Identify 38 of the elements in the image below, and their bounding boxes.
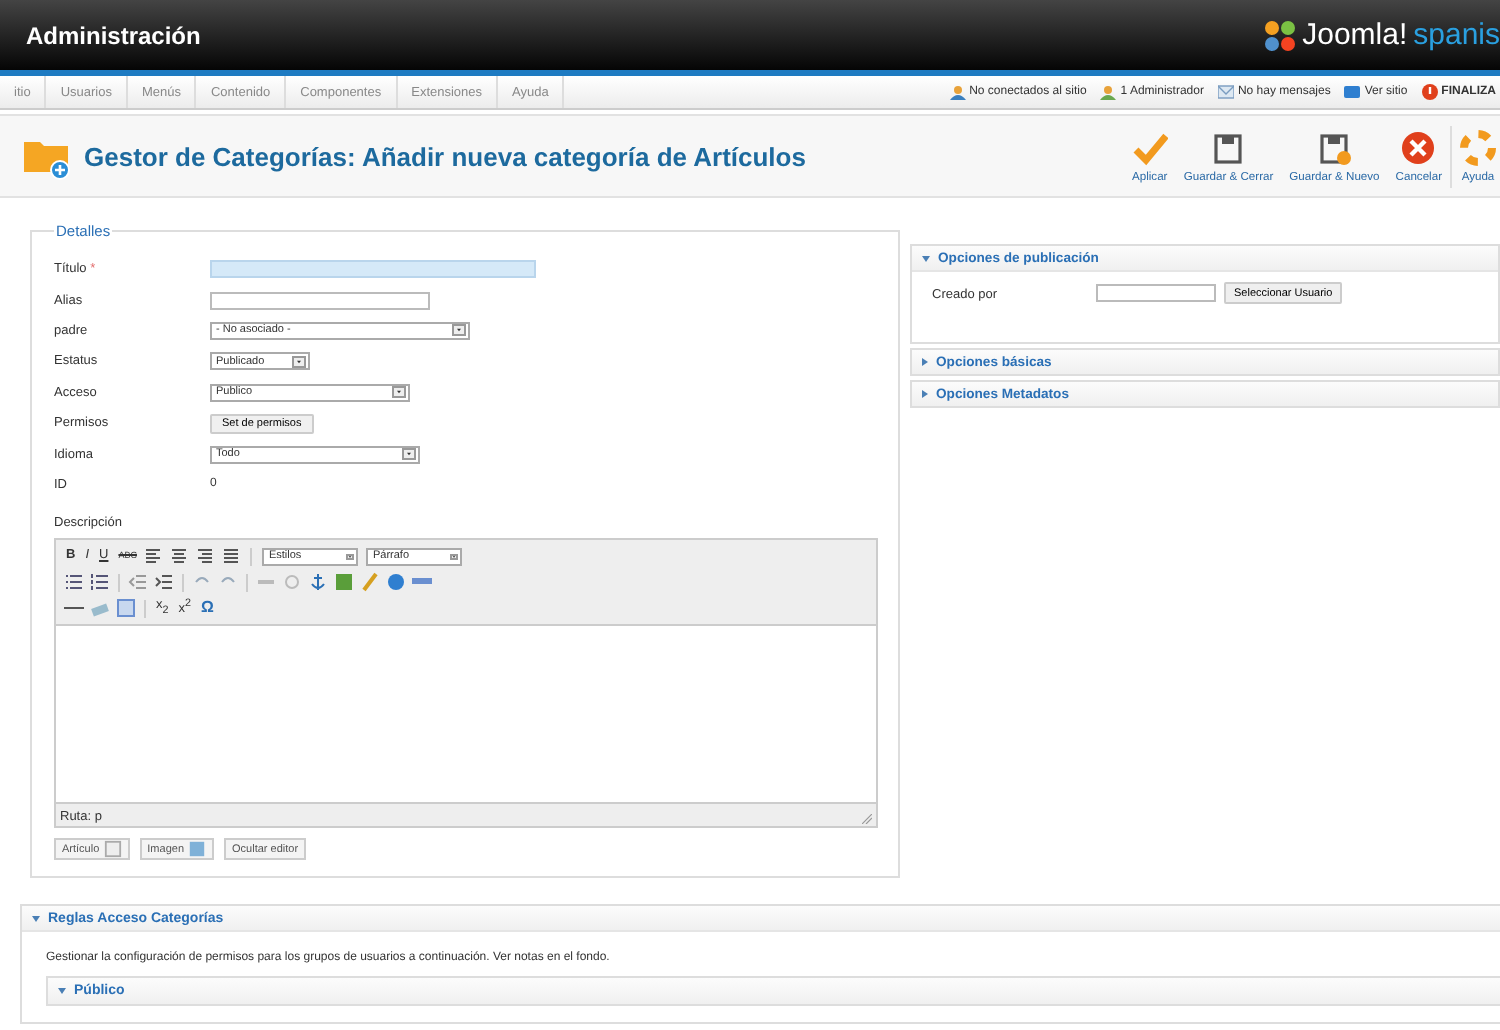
cancel-icon bbox=[1400, 129, 1437, 165]
image-icon[interactable] bbox=[334, 572, 354, 593]
brush-icon[interactable] bbox=[360, 572, 380, 593]
logo-text: Joomla! bbox=[1302, 18, 1408, 52]
user-icon bbox=[949, 84, 966, 100]
justify-icon[interactable] bbox=[222, 546, 243, 567]
power-icon bbox=[1421, 84, 1438, 100]
user-icon bbox=[1100, 84, 1117, 100]
envelope-icon bbox=[1217, 84, 1234, 100]
align-right-icon[interactable] bbox=[196, 546, 217, 567]
admin-title: Administración bbox=[26, 21, 201, 49]
numbered-list-icon[interactable] bbox=[90, 572, 110, 593]
caret-icon bbox=[402, 448, 416, 461]
text-input[interactable] bbox=[210, 260, 536, 279]
caret-icon bbox=[346, 553, 355, 560]
caret-icon bbox=[452, 324, 466, 337]
picture-icon bbox=[188, 840, 207, 859]
caret-icon bbox=[392, 386, 406, 399]
text-input[interactable] bbox=[1096, 284, 1216, 302]
page-title: Gestor de Categorías: Añadir nueva categoría de Artículos bbox=[84, 141, 808, 171]
help-icon[interactable] bbox=[386, 572, 406, 593]
lifebuoy-icon bbox=[1460, 129, 1496, 165]
check-icon bbox=[1131, 129, 1168, 165]
document-icon bbox=[103, 840, 122, 859]
anchor-icon[interactable] bbox=[308, 572, 328, 593]
special-character-button[interactable]: Ω bbox=[199, 600, 216, 617]
align-left-icon[interactable] bbox=[144, 546, 165, 567]
caret-icon bbox=[292, 355, 306, 368]
caret-icon bbox=[450, 553, 459, 560]
align-center-icon[interactable] bbox=[170, 546, 191, 567]
logo-suffix: spanis bbox=[1413, 18, 1500, 52]
text-input[interactable] bbox=[210, 291, 430, 310]
logo-icon bbox=[1264, 19, 1297, 51]
indent-icon[interactable] bbox=[154, 572, 174, 593]
resize-grip-icon[interactable] bbox=[862, 814, 872, 825]
bullet-list-icon[interactable] bbox=[64, 572, 84, 593]
table-icon[interactable] bbox=[116, 598, 136, 619]
screen-icon bbox=[1344, 84, 1361, 100]
